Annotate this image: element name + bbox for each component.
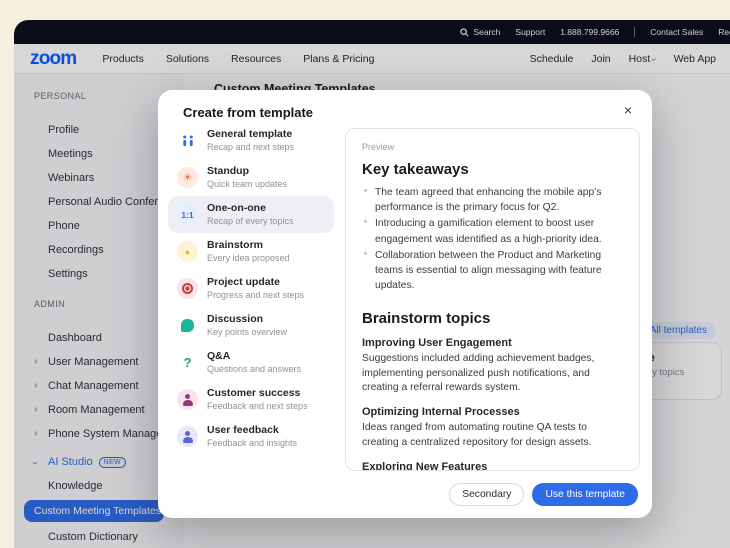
template-name: Brainstorm [207,239,290,252]
customer-success-icon [177,389,198,410]
template-name: User feedback [207,424,297,437]
browser-window: Search Support 1.888.799.9666 Contact Sa… [14,20,730,548]
use-this-template-button[interactable]: Use this template [532,483,638,506]
template-desc: Key points overview [207,327,287,338]
template-option-one-on-one[interactable]: 1:1 One-on-oneRecap of every topics [168,196,334,233]
template-option-general[interactable]: General templateRecap and next steps [168,122,334,159]
template-name: Customer success [207,387,308,400]
template-name: Q&A [207,350,301,363]
template-list: General templateRecap and next steps ☀ S… [168,122,334,455]
template-desc: Feedback and next steps [207,401,308,412]
template-name: Standup [207,165,287,178]
takeaway-bullet: Collaboration between the Product and Ma… [362,248,623,294]
create-from-template-modal: Create from template × General templateR… [158,90,652,518]
template-desc: Quick team updates [207,179,287,190]
template-option-customer-success[interactable]: Customer successFeedback and next steps [168,381,334,418]
takeaway-bullet: The team agreed that enhancing the mobil… [362,185,623,215]
template-desc: Questions and answers [207,364,301,375]
screen: Search Support 1.888.799.9666 Contact Sa… [0,0,730,548]
topic-title: Improving User Engagement [362,337,623,349]
general-template-icon [177,130,198,151]
template-name: One-on-one [207,202,294,215]
template-name: Discussion [207,313,287,326]
topic-body: Suggestions included adding achievement … [362,352,623,397]
template-option-project-update[interactable]: Project updateProgress and next steps [168,270,334,307]
template-name: General template [207,128,294,141]
preview-heading-brainstorm-topics: Brainstorm topics [362,310,623,327]
preview-heading-key-takeaways: Key takeaways [362,161,623,178]
topic-body: Ideas ranged from automating routine QA … [362,421,623,451]
modal-footer: Secondary Use this template [449,483,638,506]
close-icon[interactable]: × [622,101,634,119]
project-update-icon [177,278,198,299]
takeaway-bullet: Introducing a gamification element to bo… [362,216,623,246]
one-on-one-icon: 1:1 [177,204,198,225]
template-option-qa[interactable]: ? Q&AQuestions and answers [168,344,334,381]
template-option-brainstorm[interactable]: ● BrainstormEvery idea proposed [168,233,334,270]
template-desc: Progress and next steps [207,290,304,301]
user-feedback-icon [177,426,198,447]
standup-icon: ☀ [177,167,198,188]
template-option-discussion[interactable]: DiscussionKey points overview [168,307,334,344]
modal-title: Create from template [183,105,313,120]
template-desc: Recap of every topics [207,216,294,227]
template-desc: Feedback and insights [207,438,297,449]
topic-title: Exploring New Features [362,461,623,471]
brainstorm-icon: ● [177,241,198,262]
template-option-standup[interactable]: ☀ StandupQuick team updates [168,159,334,196]
preview-label: Preview [362,142,623,152]
template-desc: Every idea proposed [207,253,290,264]
template-name: Project update [207,276,304,289]
template-option-user-feedback[interactable]: User feedbackFeedback and insights [168,418,334,455]
key-takeaways-list: The team agreed that enhancing the mobil… [362,185,623,294]
topic-title: Optimizing Internal Processes [362,406,623,418]
template-preview-panel[interactable]: Preview Key takeaways The team agreed th… [345,128,640,471]
template-desc: Recap and next steps [207,142,294,153]
secondary-button[interactable]: Secondary [449,483,524,506]
qa-icon: ? [177,352,198,373]
discussion-icon [177,315,198,336]
